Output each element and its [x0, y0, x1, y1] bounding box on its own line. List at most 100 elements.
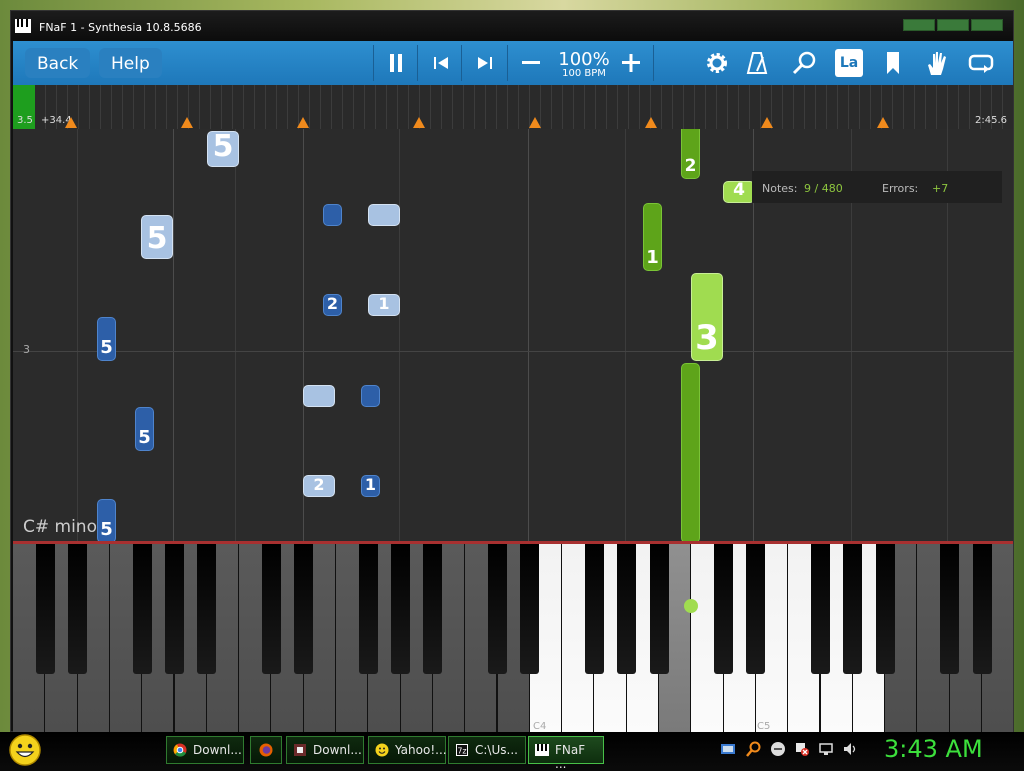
- gear-icon: [707, 53, 727, 73]
- toolbar-separator: [507, 45, 508, 81]
- task-yahoo[interactable]: Yahoo!...: [368, 736, 447, 764]
- finger-number: 5: [100, 519, 113, 540]
- help-button[interactable]: Help: [99, 48, 162, 78]
- black-key[interactable]: [617, 544, 637, 674]
- close-button[interactable]: [971, 19, 1003, 31]
- falling-note: 1: [368, 294, 400, 316]
- volume-icon[interactable]: [842, 741, 858, 757]
- finger-number: 5: [100, 337, 113, 358]
- falling-note: [681, 363, 700, 541]
- chrome-icon: [173, 743, 187, 757]
- window-controls[interactable]: [903, 19, 1003, 31]
- timeline-start-time: 3.5: [17, 115, 33, 126]
- falling-note: 2: [323, 294, 342, 316]
- black-key[interactable]: [261, 544, 281, 674]
- black-key[interactable]: [391, 544, 411, 674]
- piano-keyboard[interactable]: C4 C5: [13, 541, 1013, 733]
- maximize-button[interactable]: [937, 19, 969, 31]
- black-key[interactable]: [940, 544, 960, 674]
- task-label: Yahoo!...: [395, 743, 447, 757]
- black-key[interactable]: [165, 544, 184, 674]
- task-synthesia[interactable]: FNaF ...: [528, 736, 604, 771]
- timeline-end-time: 2:45.6: [975, 115, 1007, 126]
- task-7zip[interactable]: 7z C:\Us...: [448, 736, 526, 764]
- bookmark-marker[interactable]: [529, 117, 541, 128]
- song-timeline[interactable]: 3.5 +34.4 2:45.6: [13, 85, 1013, 129]
- bookmark-marker[interactable]: [877, 117, 889, 128]
- falling-note: [368, 204, 400, 226]
- bookmark-marker[interactable]: [413, 117, 425, 128]
- task-label: FNaF ...: [555, 743, 586, 771]
- firefox-icon: [259, 743, 273, 757]
- start-button[interactable]: [8, 733, 42, 767]
- falling-note: [303, 385, 335, 407]
- toolbar: Back Help 100% 100 BPM La: [13, 41, 1013, 85]
- notes-value: 9 / 480: [804, 182, 843, 195]
- security-flag-icon[interactable]: [794, 741, 810, 757]
- messenger-tray-icon[interactable]: [770, 741, 786, 757]
- hand-select-button[interactable]: [923, 49, 951, 77]
- synthesia-icon: [535, 744, 549, 756]
- falling-note: [361, 385, 380, 407]
- zoom-button[interactable]: [790, 49, 818, 77]
- hand-icon: [928, 52, 946, 75]
- black-key[interactable]: [649, 544, 669, 674]
- octave-label-c5: C5: [757, 721, 771, 732]
- black-key[interactable]: [843, 544, 863, 674]
- plus-icon: [622, 54, 640, 72]
- back-button[interactable]: Back: [25, 48, 91, 78]
- black-key[interactable]: [584, 544, 604, 674]
- search-tray-icon[interactable]: [746, 741, 762, 757]
- title-bar[interactable]: FNaF 1 - Synthesia 10.8.5686: [11, 11, 1013, 41]
- settings-button[interactable]: [703, 49, 731, 77]
- toolbar-separator: [417, 45, 418, 81]
- falling-note: 3: [691, 273, 723, 361]
- note-labels-button[interactable]: La: [835, 49, 863, 77]
- black-key[interactable]: [875, 544, 895, 674]
- black-key[interactable]: [520, 544, 540, 674]
- bookmark-marker[interactable]: [645, 117, 657, 128]
- black-key[interactable]: [358, 544, 378, 674]
- minimize-button[interactable]: [903, 19, 935, 31]
- black-key[interactable]: [714, 544, 734, 674]
- bookmark-marker[interactable]: [181, 117, 193, 128]
- black-key[interactable]: [746, 544, 766, 674]
- task-downloads[interactable]: Downl...: [286, 736, 364, 764]
- finger-number: 1: [364, 475, 377, 494]
- network-status-icon[interactable]: [720, 741, 736, 757]
- bookmark-marker[interactable]: [65, 117, 77, 128]
- bookmark-button[interactable]: [879, 49, 907, 77]
- falling-note: 2: [303, 475, 335, 497]
- black-key[interactable]: [811, 544, 830, 674]
- key-signature-label: C# minor: [23, 517, 104, 537]
- black-key[interactable]: [972, 544, 992, 674]
- black-key[interactable]: [488, 544, 507, 674]
- bookmark-marker[interactable]: [761, 117, 773, 128]
- finger-number: 4: [733, 180, 745, 200]
- taskbar-clock[interactable]: 3:43 AM: [884, 735, 983, 763]
- black-key[interactable]: [197, 544, 217, 674]
- metronome-button[interactable]: [743, 49, 771, 77]
- grid-line: [173, 129, 174, 541]
- black-key[interactable]: [294, 544, 314, 674]
- slower-button[interactable]: [517, 49, 545, 77]
- black-key[interactable]: [68, 544, 88, 674]
- speed-bpm: 100 BPM: [562, 68, 606, 79]
- task-chrome-download[interactable]: Downl...: [166, 736, 244, 764]
- black-key[interactable]: [423, 544, 443, 674]
- bookmark-marker[interactable]: [297, 117, 309, 128]
- synthesia-window: FNaF 1 - Synthesia 10.8.5686 Back Help 1…: [10, 10, 1014, 733]
- black-key[interactable]: [35, 544, 55, 674]
- falling-note: 5: [141, 215, 173, 259]
- task-firefox[interactable]: [250, 736, 282, 764]
- falling-note: 5: [97, 317, 116, 361]
- safely-remove-hardware-icon[interactable]: [818, 741, 834, 757]
- black-key[interactable]: [132, 544, 152, 674]
- faster-button[interactable]: [617, 49, 645, 77]
- loop-button[interactable]: [967, 49, 995, 77]
- pause-button[interactable]: [382, 49, 410, 77]
- previous-button[interactable]: [427, 49, 455, 77]
- task-label: Downl...: [193, 743, 242, 757]
- next-button[interactable]: [471, 49, 499, 77]
- task-label: C:\Us...: [475, 743, 518, 757]
